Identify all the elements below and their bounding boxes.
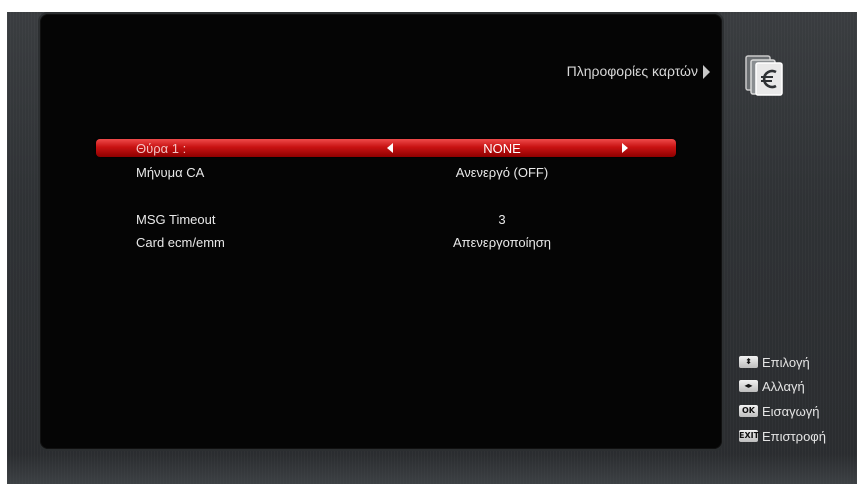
- row-card-ecm-emm-label: Card ecm/emm: [136, 235, 225, 250]
- help-change-label: Αλλαγή: [762, 378, 805, 394]
- row-ca-message-value[interactable]: Ανενεργό (OFF): [380, 165, 624, 180]
- row-card-ecm-emm-value[interactable]: Απενεργοποίηση: [380, 235, 624, 250]
- row-msg-timeout-label: MSG Timeout: [136, 212, 216, 227]
- help-select: ⬍ Επιλογή: [739, 354, 810, 370]
- help-enter: OK Εισαγωγή: [739, 403, 819, 419]
- row-msg-timeout-value[interactable]: 3: [380, 212, 624, 227]
- help-back-label: Επιστροφή: [762, 428, 826, 444]
- value-right-arrow-icon[interactable]: [622, 143, 628, 153]
- help-back: EXIT Επιστροφή: [739, 428, 826, 444]
- help-enter-label: Εισαγωγή: [762, 403, 820, 419]
- row-ca-message-label: Μήνυμα CA: [136, 165, 205, 180]
- page-title: Πληροφορίες καρτών: [566, 63, 698, 79]
- ok-key-icon: OK: [739, 405, 758, 417]
- left-right-key-icon: ◂▸: [739, 380, 758, 392]
- up-down-key-icon: ⬍: [739, 356, 758, 368]
- exit-key-icon: EXIT: [739, 430, 760, 442]
- row-port-1-value[interactable]: NONE: [380, 141, 624, 156]
- title-arrow-icon: [703, 65, 710, 79]
- help-change: ◂▸ Αλλαγή: [739, 378, 805, 394]
- help-select-label: Επιλογή: [762, 354, 810, 370]
- row-port-1-label: Θύρα 1 :: [136, 141, 187, 156]
- card-info-icon: [745, 55, 783, 96]
